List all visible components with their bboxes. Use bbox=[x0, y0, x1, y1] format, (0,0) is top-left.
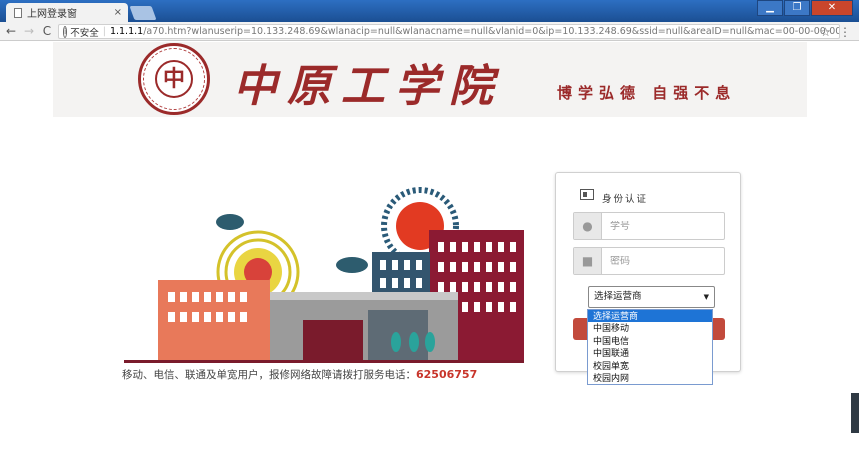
url-path: /a70.htm?wlanuserip=10.133.248.69&wlanac… bbox=[143, 26, 840, 37]
carrier-option[interactable]: 校园单宽 bbox=[588, 360, 712, 372]
carrier-selected-value: 选择运营商 bbox=[594, 291, 642, 302]
side-scroll-tab[interactable] bbox=[851, 393, 859, 433]
restore-button[interactable]: ❐ bbox=[784, 0, 810, 16]
chevron-down-icon: ▼ bbox=[703, 293, 709, 301]
new-tab-button[interactable] bbox=[129, 6, 157, 20]
carrier-select[interactable]: 选择运营商 ▼ bbox=[588, 286, 715, 308]
seal-center: 中 bbox=[155, 60, 193, 98]
school-motto: 博学弘德 自强不息 bbox=[557, 84, 737, 102]
carrier-dropdown-list: 选择运营商 中国移动 中国电信 中国联通 校园单宽 校园内网 bbox=[587, 309, 713, 385]
window-controls: ▁ ❐ ✕ bbox=[757, 0, 853, 16]
carrier-option[interactable]: 校园内网 bbox=[588, 372, 712, 384]
carrier-option[interactable]: 选择运营商 bbox=[588, 310, 712, 323]
url-host: 1.1.1.1 bbox=[109, 26, 144, 37]
school-name: 中原工学院 bbox=[233, 61, 503, 112]
notice-text: 移动、电信、联通及单宽用户，报修网络故障请拨打服务电话： bbox=[122, 369, 416, 381]
document-icon bbox=[14, 7, 22, 18]
header-banner: 中 中原工学院 博学弘德 自强不息 bbox=[53, 42, 807, 117]
panel-header: 身份认证 bbox=[580, 188, 649, 205]
password-field[interactable]: ■ bbox=[573, 247, 725, 275]
info-icon[interactable]: i bbox=[63, 25, 68, 38]
reload-icon[interactable]: C bbox=[40, 24, 54, 38]
panel-title: 身份认证 bbox=[602, 194, 649, 205]
tab-title: 上网登录窗 bbox=[27, 9, 77, 20]
security-label: 不安全 bbox=[70, 27, 99, 39]
address-bar[interactable]: i 不安全 | 1.1.1.1 /a70.htm?wlanuserip=10.1… bbox=[58, 24, 840, 39]
back-icon[interactable]: ← bbox=[4, 24, 18, 38]
service-notice: 移动、电信、联通及单宽用户，报修网络故障请拨打服务电话：62506757 bbox=[122, 367, 477, 382]
username-field[interactable]: ● bbox=[573, 212, 725, 240]
username-input[interactable] bbox=[602, 220, 712, 232]
school-seal-logo: 中 bbox=[138, 43, 210, 115]
separator: | bbox=[102, 26, 106, 37]
carrier-option[interactable]: 中国移动 bbox=[588, 322, 712, 334]
service-phone: 62506757 bbox=[416, 368, 478, 381]
browser-toolbar: ← → C i 不安全 | 1.1.1.1 /a70.htm?wlanuseri… bbox=[0, 22, 859, 41]
tab-close-icon[interactable]: × bbox=[114, 7, 122, 18]
user-icon: ● bbox=[574, 213, 602, 239]
id-card-icon bbox=[580, 188, 594, 200]
campus-illustration bbox=[124, 187, 524, 363]
password-input[interactable] bbox=[602, 255, 712, 267]
lock-icon: ■ bbox=[574, 248, 602, 274]
browser-tab[interactable]: 上网登录窗 × bbox=[6, 3, 128, 22]
browser-titlebar: 上网登录窗 × ▁ ❐ ✕ bbox=[0, 0, 859, 22]
carrier-option[interactable]: 中国联通 bbox=[588, 347, 712, 359]
minimize-button[interactable]: ▁ bbox=[757, 0, 783, 16]
bookmark-star-icon[interactable]: ☆ bbox=[820, 25, 831, 39]
browser-menu-icon[interactable]: ⋮ bbox=[839, 25, 851, 39]
forward-icon[interactable]: → bbox=[22, 24, 36, 38]
carrier-option[interactable]: 中国电信 bbox=[588, 335, 712, 347]
close-window-button[interactable]: ✕ bbox=[811, 0, 853, 16]
